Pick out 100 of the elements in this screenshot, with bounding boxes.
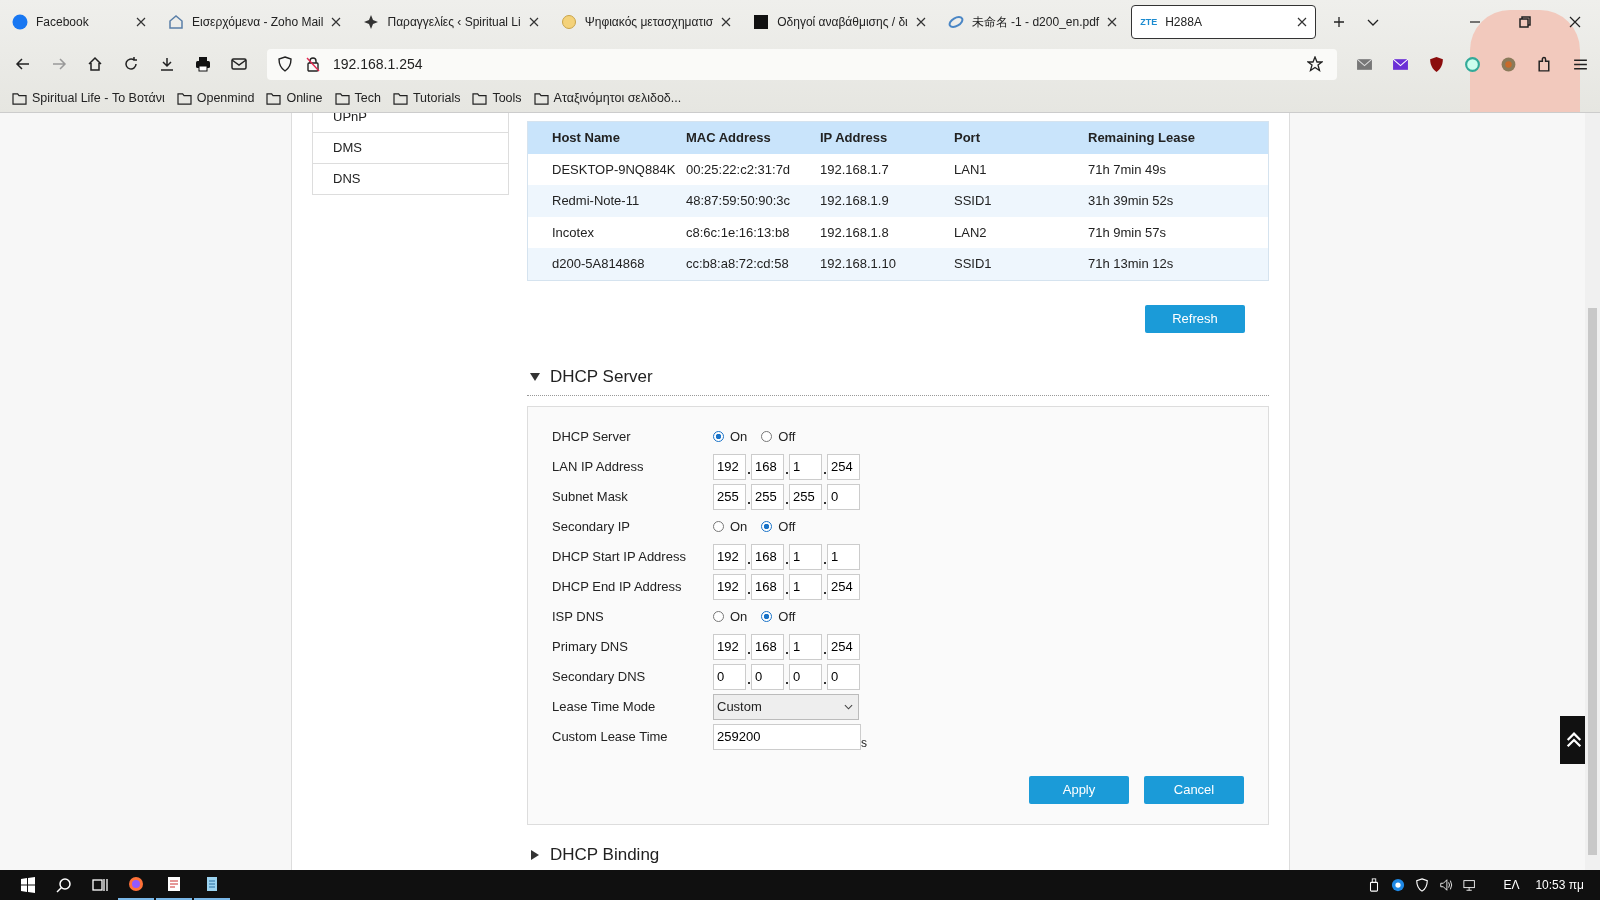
radio-option[interactable]: On bbox=[713, 429, 748, 444]
close-icon[interactable] bbox=[721, 17, 732, 27]
dot-separator bbox=[747, 591, 750, 594]
task-view-icon[interactable] bbox=[92, 877, 108, 893]
network-monitor-icon[interactable] bbox=[1463, 878, 1478, 892]
field-label: Subnet Mask bbox=[552, 489, 629, 504]
scroll-to-top-button[interactable] bbox=[1560, 716, 1588, 764]
ip-octet-field[interactable]: 168 bbox=[751, 543, 784, 570]
close-icon[interactable] bbox=[331, 17, 342, 27]
ip-octet-field[interactable]: 1 bbox=[827, 543, 860, 570]
close-icon[interactable] bbox=[1297, 17, 1308, 27]
sidebar-menu-item[interactable]: DNS bbox=[312, 164, 509, 195]
field-label: Custom Lease Time bbox=[552, 729, 669, 744]
ip-octet-field[interactable]: 168 bbox=[751, 453, 784, 480]
column-header: MAC Address bbox=[686, 130, 772, 146]
table-cell-text: 00:25:22:c2:31:7d bbox=[686, 161, 792, 177]
home-icon[interactable] bbox=[87, 56, 103, 72]
folder-icon bbox=[266, 91, 282, 105]
restore-icon[interactable] bbox=[1519, 16, 1531, 28]
close-icon[interactable] bbox=[528, 17, 539, 27]
bookmark-item[interactable]: Tools bbox=[472, 91, 522, 105]
new-tab-icon[interactable] bbox=[1333, 16, 1346, 28]
ip-octet-field[interactable]: 255 bbox=[713, 483, 746, 510]
radio-option[interactable]: On bbox=[713, 519, 748, 534]
radio-option[interactable]: Off bbox=[761, 609, 796, 624]
radio-option[interactable]: On bbox=[713, 609, 748, 624]
download-icon[interactable] bbox=[159, 56, 175, 72]
ip-octet-field[interactable]: 0 bbox=[827, 663, 860, 690]
table-cell-text: SSID1 bbox=[954, 256, 993, 272]
folder-icon bbox=[12, 91, 27, 105]
browser-tab[interactable]: Facebook bbox=[4, 5, 154, 39]
windows-start-icon[interactable] bbox=[20, 877, 36, 893]
close-icon[interactable] bbox=[1569, 16, 1581, 28]
bookmark-item[interactable]: Spiritual Life - Το Βοτάνι bbox=[12, 91, 165, 105]
clock[interactable]: 10:53 πμ bbox=[1535, 878, 1584, 892]
bookmark-item[interactable]: Αταξινόμητοι σελιδοδ... bbox=[533, 91, 682, 105]
speaker-icon[interactable] bbox=[1439, 878, 1454, 892]
back-arrow-icon[interactable] bbox=[15, 56, 31, 72]
ip-octet-field[interactable]: 254 bbox=[827, 573, 860, 600]
printer-icon[interactable] bbox=[195, 56, 211, 72]
ip-octet-field[interactable]: 1 bbox=[789, 543, 822, 570]
ip-octet-field[interactable]: 1 bbox=[789, 573, 822, 600]
ip-octet-field[interactable]: 254 bbox=[827, 453, 860, 480]
browser-tab[interactable]: Ψηφιακός μετασχηματισ bbox=[552, 5, 740, 39]
tab-favicon-icon bbox=[753, 14, 770, 30]
browser-tab[interactable]: Οδηγοί αναβάθμισης / δι bbox=[745, 5, 934, 39]
dropdown-field[interactable]: Custom bbox=[713, 693, 859, 720]
bookmark-star-icon[interactable] bbox=[1307, 56, 1323, 72]
bookmark-item[interactable]: Openmind bbox=[176, 91, 255, 105]
ip-octet-field[interactable]: 0 bbox=[789, 663, 822, 690]
bookmark-item[interactable]: Tech bbox=[334, 91, 381, 105]
bookmark-item[interactable]: Online bbox=[266, 91, 323, 105]
input-field[interactable]: 259200 bbox=[713, 723, 861, 750]
ip-octet-field[interactable]: 192 bbox=[713, 573, 746, 600]
table-cell-text: Redmi-Note-11 bbox=[552, 193, 641, 209]
browser-tab[interactable]: Εισερχόμενα - Zoho Mail bbox=[160, 5, 350, 39]
folder-icon bbox=[176, 91, 192, 105]
reload-icon[interactable] bbox=[123, 56, 139, 72]
ip-octet-field[interactable]: 1 bbox=[789, 453, 822, 480]
mail-icon[interactable] bbox=[231, 56, 247, 72]
browser-tab[interactable]: 未命名 -1 - d200_en.pdf bbox=[939, 5, 1126, 39]
ip-octet-field[interactable]: 168 bbox=[751, 573, 784, 600]
section-header[interactable]: DHCP Binding bbox=[527, 844, 1269, 870]
ip-octet-field[interactable]: 0 bbox=[751, 663, 784, 690]
ip-octet-field[interactable]: 255 bbox=[789, 483, 822, 510]
radio-option[interactable]: Off bbox=[761, 429, 796, 444]
ip-octet-field[interactable]: 168 bbox=[751, 633, 784, 660]
scrollbar[interactable] bbox=[1585, 113, 1600, 870]
browser-tab[interactable]: Παραγγελίες ‹ Spiritual Li bbox=[355, 5, 547, 39]
ip-octet-field[interactable]: 254 bbox=[827, 633, 860, 660]
circle-icon[interactable] bbox=[1391, 878, 1406, 892]
close-icon[interactable] bbox=[915, 17, 926, 27]
field-label: DHCP End IP Address bbox=[552, 579, 683, 594]
shield-icon[interactable] bbox=[1428, 55, 1445, 73]
shield-icon[interactable] bbox=[1415, 878, 1430, 892]
browser-tab[interactable]: ZTE H288A bbox=[1131, 5, 1317, 39]
close-icon[interactable] bbox=[1107, 17, 1118, 27]
table-cell-text: LAN1 bbox=[954, 161, 988, 177]
ip-octet-field[interactable]: 192 bbox=[713, 633, 746, 660]
search-icon[interactable] bbox=[56, 877, 72, 893]
section-header[interactable]: DHCP Server bbox=[527, 366, 1269, 396]
folder-icon bbox=[533, 91, 549, 105]
browser-app-icon[interactable] bbox=[128, 876, 144, 892]
ip-octet-field[interactable]: 0 bbox=[827, 483, 860, 510]
dot-separator bbox=[785, 471, 788, 474]
column-header: Remaining Lease bbox=[1088, 130, 1195, 146]
document-app-icon[interactable] bbox=[166, 876, 182, 892]
close-icon[interactable] bbox=[136, 17, 146, 27]
address-bar[interactable]: 192.168.1.254 bbox=[267, 48, 1337, 80]
ip-octet-field[interactable]: 192 bbox=[713, 543, 746, 570]
tab-title: Ψηφιακός μετασχηματισ bbox=[584, 15, 714, 29]
ip-octet-field[interactable]: 0 bbox=[713, 663, 746, 690]
sidebar-menu-item[interactable]: DMS bbox=[312, 133, 509, 164]
ip-octet-field[interactable]: 255 bbox=[751, 483, 784, 510]
notepad-app-icon[interactable] bbox=[204, 876, 220, 892]
radio-option[interactable]: Off bbox=[761, 519, 796, 534]
ip-octet-field[interactable]: 192 bbox=[713, 453, 746, 480]
language-indicator[interactable]: ΕΛ bbox=[1503, 878, 1520, 892]
ip-octet-field[interactable]: 1 bbox=[789, 633, 822, 660]
bookmark-item[interactable]: Tutorials bbox=[392, 91, 461, 105]
